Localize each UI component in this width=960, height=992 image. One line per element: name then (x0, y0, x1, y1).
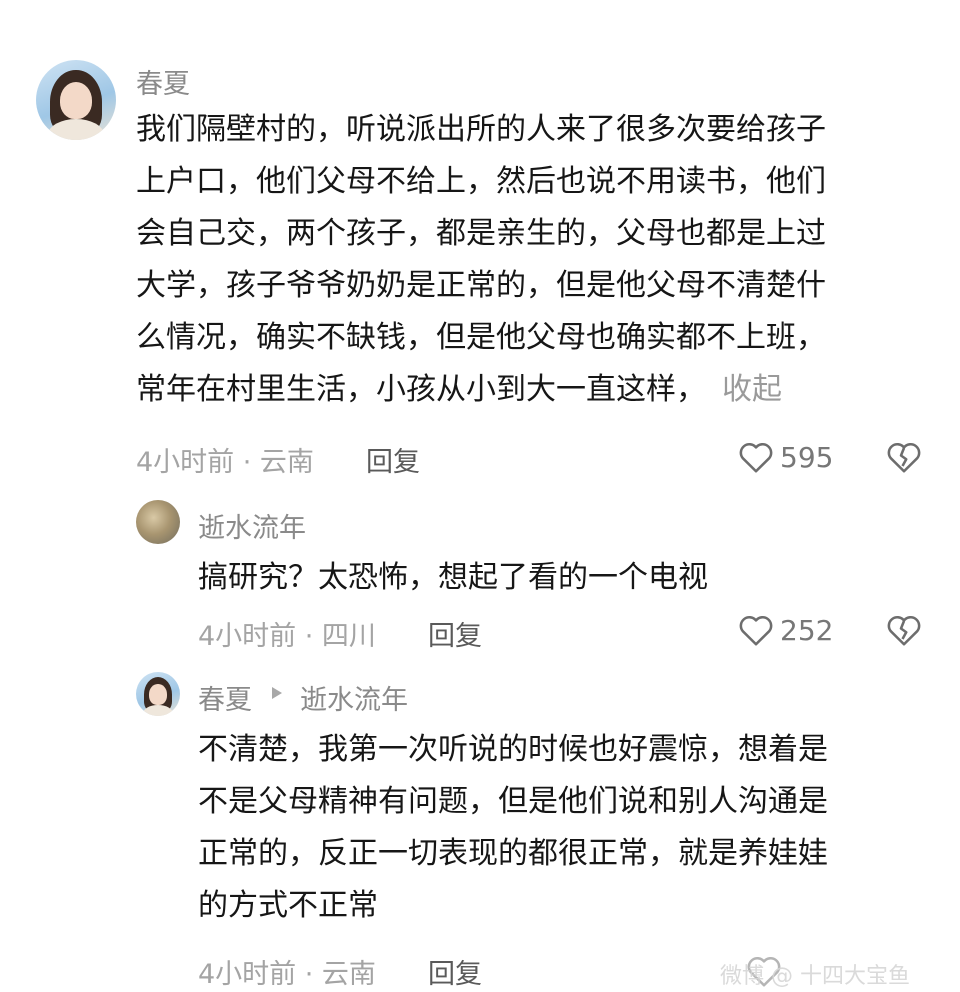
avatar[interactable] (136, 500, 180, 544)
comment-meta: 4小时前 · 四川 (198, 621, 376, 652)
avatar[interactable] (136, 672, 180, 716)
comment-meta: 4小时前 · 云南 (198, 959, 376, 990)
avatar[interactable] (36, 60, 116, 140)
heart-outline-icon[interactable] (738, 440, 774, 474)
reply-button[interactable]: 回复 (366, 440, 420, 479)
comment-username[interactable]: 春夏 (198, 678, 252, 717)
reply-to-username[interactable]: 逝水流年 (300, 678, 408, 717)
comment-text: 不清楚，我第一次听说的时候也好震惊，想着是 不是父母精神有问题，但是他们说和别人… (198, 732, 828, 923)
reply-button[interactable]: 回复 (428, 952, 482, 991)
like-count: 595 (780, 441, 834, 474)
heart-outline-icon[interactable] (738, 613, 774, 647)
collapse-link[interactable]: 收起 (722, 372, 782, 407)
comment-meta: 4小时前 · 云南 (136, 447, 314, 478)
comment-text: 搞研究？太恐怖，想起了看的一个电视 (198, 560, 708, 595)
comment-username[interactable]: 春夏 (136, 62, 190, 101)
broken-heart-icon[interactable] (886, 613, 922, 647)
reply-button[interactable]: 回复 (428, 614, 482, 653)
watermark: 微博 @ 十四大宝鱼 (720, 964, 910, 989)
comment-text: 我们隔壁村的，听说派出所的人来了很多次要给孩子 上户口，他们父母不给上，然后也说… (136, 112, 826, 407)
triangle-right-icon (271, 686, 283, 700)
comment-username[interactable]: 逝水流年 (198, 506, 306, 545)
broken-heart-icon[interactable] (886, 440, 922, 474)
like-count: 252 (780, 614, 834, 647)
